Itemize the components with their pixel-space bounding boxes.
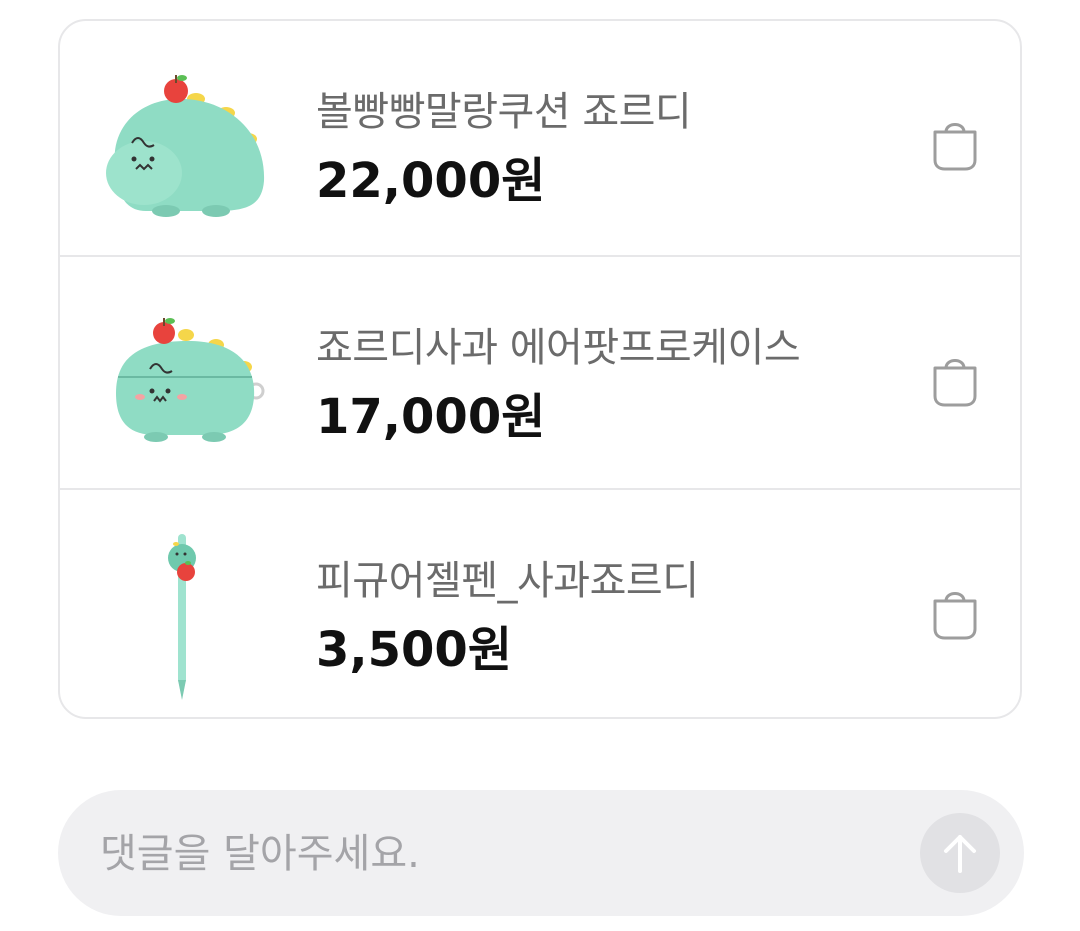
add-to-cart-button[interactable] [920, 109, 990, 179]
product-price: 3,500원 [316, 622, 512, 678]
jordy-airpods-case-image [116, 318, 265, 442]
product-list-card: 볼빵빵말랑쿠션 죠르디 22,000원 죠르디사과 에어팟프로케이스 17,00… [58, 19, 1022, 719]
product-name: 피규어젤펜_사과죠르디 [316, 558, 699, 604]
product-price: 17,000원 [316, 389, 546, 445]
product-item-airpods-case[interactable]: 죠르디사과 에어팟프로케이스 17,000원 [60, 255, 1020, 490]
send-comment-button[interactable] [920, 813, 1000, 893]
jordy-gel-pen-image [168, 534, 196, 700]
jordy-cushion-image [106, 75, 265, 217]
shopping-bag-icon [933, 123, 977, 171]
comment-input[interactable] [98, 820, 892, 888]
product-item-cushion[interactable]: 볼빵빵말랑쿠션 죠르디 22,000원 [60, 21, 1020, 254]
add-to-cart-button[interactable] [920, 345, 990, 415]
add-to-cart-button[interactable] [920, 578, 990, 648]
arrow-up-icon [944, 835, 976, 873]
product-item-gel-pen[interactable]: 피규어젤펜_사과죠르디 3,500원 [60, 488, 1020, 717]
product-name: 볼빵빵말랑쿠션 죠르디 [316, 89, 692, 135]
comment-bar [58, 790, 1024, 916]
shopping-bag-icon [933, 359, 977, 407]
product-price: 22,000원 [316, 153, 546, 209]
shopping-bag-icon [933, 592, 977, 640]
product-name: 죠르디사과 에어팟프로케이스 [316, 325, 801, 371]
